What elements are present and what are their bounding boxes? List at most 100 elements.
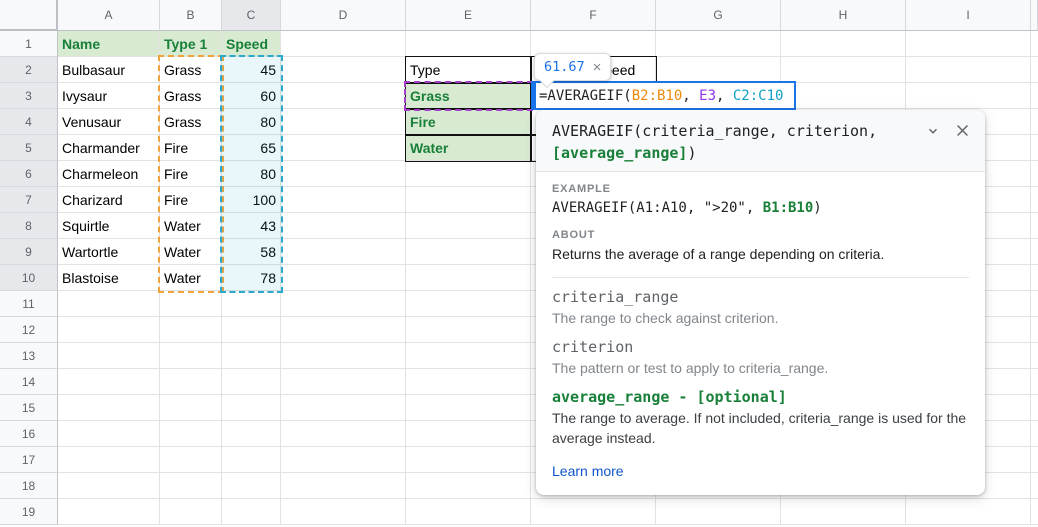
row-header-14[interactable]: 14 [0,369,58,395]
column-header-C[interactable]: C [222,0,281,31]
cell-A2[interactable]: Bulbasaur [58,57,160,83]
cell-E13[interactable] [406,343,531,369]
row-header-19[interactable]: 19 [0,499,58,525]
cell-B5[interactable]: Fire [160,135,222,161]
cell-D12[interactable] [281,317,406,343]
cell-A18[interactable] [58,473,160,499]
cell-B18[interactable] [160,473,222,499]
learn-more-link[interactable]: Learn more [552,463,624,479]
row-header-17[interactable]: 17 [0,447,58,473]
row-header-11[interactable]: 11 [0,291,58,317]
cell-extra-17[interactable] [1031,447,1038,473]
cell-extra-14[interactable] [1031,369,1038,395]
cell-I19[interactable] [906,499,1031,525]
tooltip-close-icon[interactable]: × [593,60,602,75]
cell-extra-13[interactable] [1031,343,1038,369]
cell-E10[interactable] [406,265,531,291]
cell-A3[interactable]: Ivysaur [58,83,160,109]
cell-C9[interactable]: 58 [222,239,281,265]
cell-H1[interactable] [781,31,906,57]
cell-D10[interactable] [281,265,406,291]
cell-A9[interactable]: Wartortle [58,239,160,265]
cell-E15[interactable] [406,395,531,421]
cell-E18[interactable] [406,473,531,499]
cell-C12[interactable] [222,317,281,343]
cell-A1[interactable]: Name [58,31,160,57]
cell-B11[interactable] [160,291,222,317]
cell-extra-2[interactable] [1031,57,1038,83]
cell-E16[interactable] [406,421,531,447]
cell-extra-4[interactable] [1031,109,1038,135]
cell-extra-9[interactable] [1031,239,1038,265]
column-header-H[interactable]: H [781,0,906,31]
cell-C17[interactable] [222,447,281,473]
cell-D18[interactable] [281,473,406,499]
formula-editor[interactable]: =AVERAGEIF(B2:B10, E3, C2:C10 [531,81,796,110]
cell-B13[interactable] [160,343,222,369]
cell-A6[interactable]: Charmeleon [58,161,160,187]
cell-extra-10[interactable] [1031,265,1038,291]
cell-A12[interactable] [58,317,160,343]
cell-extra-7[interactable] [1031,187,1038,213]
cell-A16[interactable] [58,421,160,447]
column-header-I[interactable]: I [906,0,1031,31]
row-header-2[interactable]: 2 [0,57,58,83]
cell-extra-5[interactable] [1031,135,1038,161]
cell-D8[interactable] [281,213,406,239]
column-header-A[interactable]: A [58,0,160,31]
cell-A7[interactable]: Charizard [58,187,160,213]
cell-D14[interactable] [281,369,406,395]
cell-E6[interactable] [406,161,531,187]
cell-A14[interactable] [58,369,160,395]
cell-I3[interactable] [906,83,1031,109]
cell-D16[interactable] [281,421,406,447]
row-header-12[interactable]: 12 [0,317,58,343]
cell-C1[interactable]: Speed [222,31,281,57]
cell-extra-1[interactable] [1031,31,1038,57]
cell-A15[interactable] [58,395,160,421]
row-header-15[interactable]: 15 [0,395,58,421]
cell-C6[interactable]: 80 [222,161,281,187]
cell-D7[interactable] [281,187,406,213]
cell-E7[interactable] [406,187,531,213]
cell-D9[interactable] [281,239,406,265]
cell-B12[interactable] [160,317,222,343]
cell-E2[interactable]: Type [406,57,531,83]
column-header-G[interactable]: G [656,0,781,31]
row-header-16[interactable]: 16 [0,421,58,447]
row-header-6[interactable]: 6 [0,161,58,187]
cell-F19[interactable] [531,499,656,525]
row-header-18[interactable]: 18 [0,473,58,499]
cell-E1[interactable] [406,31,531,57]
row-header-13[interactable]: 13 [0,343,58,369]
cell-G1[interactable] [656,31,781,57]
cell-D11[interactable] [281,291,406,317]
cell-B7[interactable]: Fire [160,187,222,213]
cell-E11[interactable] [406,291,531,317]
cell-B15[interactable] [160,395,222,421]
cell-B17[interactable] [160,447,222,473]
cell-B19[interactable] [160,499,222,525]
cell-C2[interactable]: 45 [222,57,281,83]
cell-C16[interactable] [222,421,281,447]
cell-E17[interactable] [406,447,531,473]
cell-D5[interactable] [281,135,406,161]
cell-I2[interactable] [906,57,1031,83]
row-header-3[interactable]: 3 [0,83,58,109]
cell-A8[interactable]: Squirtle [58,213,160,239]
cell-H3[interactable] [781,83,906,109]
cell-G19[interactable] [656,499,781,525]
cell-C4[interactable]: 80 [222,109,281,135]
cell-C15[interactable] [222,395,281,421]
cell-B16[interactable] [160,421,222,447]
cell-H2[interactable] [781,57,906,83]
cell-extra-11[interactable] [1031,291,1038,317]
cell-E12[interactable] [406,317,531,343]
cell-D13[interactable] [281,343,406,369]
cell-D19[interactable] [281,499,406,525]
cell-C11[interactable] [222,291,281,317]
column-header-D[interactable]: D [281,0,406,31]
cell-E3[interactable]: Grass [406,83,531,109]
row-header-10[interactable]: 10 [0,265,58,291]
cell-D15[interactable] [281,395,406,421]
